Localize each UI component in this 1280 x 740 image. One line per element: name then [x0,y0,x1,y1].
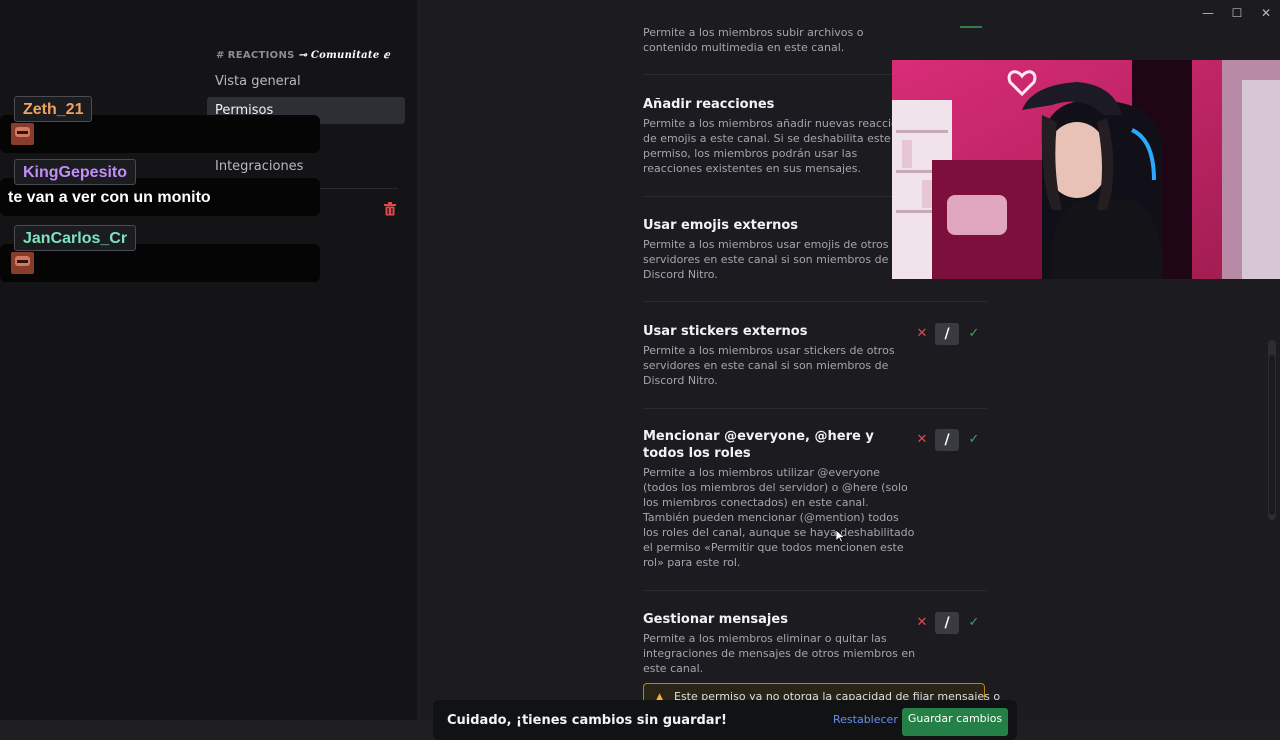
permission-divider [643,301,987,302]
allow-check-icon[interactable]: ✓ [964,612,984,634]
webcam-image [892,60,1280,279]
chat-message-text: te van a ver con un monito [8,189,211,206]
webcam-overlay [892,60,1280,279]
unsaved-changes-bar: Cuidado, ¡tienes cambios sin guardar! Re… [433,700,1017,740]
toggle-allow-indicator [960,26,982,28]
deny-x-icon[interactable]: ✕ [912,323,932,345]
mouse-cursor-icon [836,530,845,543]
allow-check-icon[interactable]: ✓ [964,429,984,451]
sidebar-item-integrations[interactable]: Integraciones [207,153,405,180]
channel-name: REACTIONS [227,50,295,61]
permission-title: Gestionar mensajes [643,612,788,627]
unsaved-changes-text: Cuidado, ¡tienes cambios sin guardar! [447,713,727,728]
permission-description: Permite a los miembros usar emojis de ot… [643,238,889,281]
permission-description: Permite a los miembros usar stickers de … [643,344,895,387]
permission-title: Usar emojis externos [643,218,799,233]
sidebar-item-overview[interactable]: Vista general [207,68,405,95]
permission-toggle: ✕ / ✓ [912,612,986,634]
chat-emote-icon [11,123,34,145]
deny-x-icon[interactable]: ✕ [912,612,932,634]
chat-username: JanCarlos_Cr [14,225,137,251]
neutral-slash-icon[interactable]: / [935,612,959,634]
permission-title: Usar stickers externos [643,324,808,339]
permission-description: Permite a los miembros eliminar o quitar… [643,632,916,675]
trash-icon[interactable] [384,202,396,216]
minimize-icon[interactable]: — [1198,6,1218,20]
chat-username: KingGepesito [14,159,137,185]
permission-description: Permite a los miembros utilizar @everyon… [643,466,915,569]
permission-description: Permite a los miembros subir archivos o … [643,26,864,54]
maximize-icon[interactable]: ☐ [1227,6,1247,20]
permission-title: Añadir reacciones [643,97,775,112]
permission-title: Mencionar @everyone, @here y todos los r… [643,429,874,461]
save-changes-button[interactable]: Guardar cambios [902,708,1008,736]
chat-emote-icon [11,252,34,274]
channel-hash-icon: # [216,50,225,61]
chat-username: Zeth_21 [14,96,93,122]
neutral-slash-icon[interactable]: / [935,429,959,451]
allow-check-icon[interactable]: ✓ [964,323,984,345]
permission-divider [643,590,987,591]
deny-x-icon[interactable]: ✕ [912,429,932,451]
neutral-slash-icon[interactable]: / [935,323,959,345]
permission-description: Permite a los miembros añadir nuevas rea… [643,117,918,175]
permission-toggle: ✕ / ✓ [912,429,986,451]
permission-divider [643,408,987,409]
scrollbar-thumb[interactable] [1269,355,1275,515]
permission-toggle: ✕ / ✓ [912,323,986,345]
close-window-icon[interactable]: ✕ [1256,6,1276,20]
channel-name-decor: ⊸ Comunitate ⅇ [298,50,390,61]
channel-header: # REACTIONS ⊸ Comunitate ⅇ [216,50,390,61]
